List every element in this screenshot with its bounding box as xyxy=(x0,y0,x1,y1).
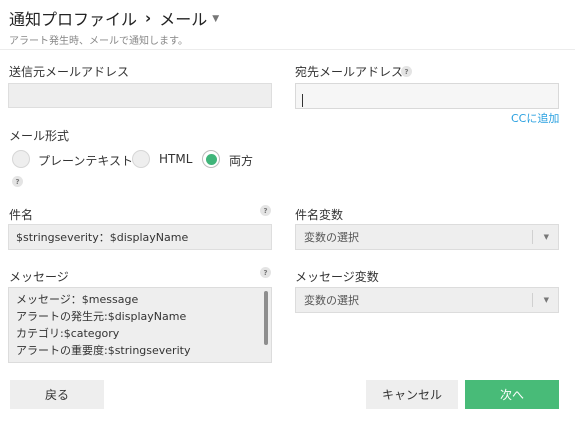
message-variable-select[interactable]: 変数の選択 ▼ xyxy=(295,287,559,313)
help-icon[interactable]: ? xyxy=(260,205,271,216)
message-variable-label: メッセージ変数 xyxy=(295,270,379,284)
message-variable-select-value: 変数の選択 xyxy=(304,294,359,307)
breadcrumb-current[interactable]: メール xyxy=(159,6,207,30)
radio-both-label[interactable]: 両方 xyxy=(229,152,253,169)
message-line: カテゴリ:$category xyxy=(16,327,120,340)
radio-plain-text-label[interactable]: プレーンテキスト xyxy=(38,152,133,169)
radio-html-label[interactable]: HTML xyxy=(159,152,192,166)
subject-input[interactable]: $stringseverity：$displayName xyxy=(8,224,272,250)
page-description: アラート発生時、メールで通知します。 xyxy=(9,36,188,47)
help-icon[interactable]: ? xyxy=(260,267,271,278)
subject-variable-label: 件名変数 xyxy=(295,208,344,222)
from-email-label: 送信元メールアドレス xyxy=(9,65,130,79)
radio-plain-text[interactable] xyxy=(12,150,30,168)
chevron-down-icon[interactable]: ▼ xyxy=(212,14,219,24)
message-textarea[interactable]: メッセージ：$message アラートの発生元:$displayName カテゴ… xyxy=(8,287,272,363)
back-button[interactable]: 戻る xyxy=(10,380,104,409)
message-line: アラートの重要度:$stringseverity xyxy=(16,344,191,357)
from-email-field[interactable] xyxy=(8,83,272,108)
cancel-button[interactable]: キャンセル xyxy=(366,380,458,409)
radio-both[interactable] xyxy=(202,150,220,168)
message-label: メッセージ xyxy=(9,270,69,284)
subject-variable-select[interactable]: 変数の選択 ▼ xyxy=(295,224,559,250)
breadcrumb-separator-icon: › xyxy=(145,9,152,27)
text-cursor xyxy=(302,94,303,107)
to-email-input[interactable] xyxy=(295,83,559,109)
message-line: メッセージ：$message xyxy=(16,293,139,306)
chevron-down-icon: ▼ xyxy=(543,296,549,304)
next-button[interactable]: 次へ xyxy=(465,380,559,409)
header-divider xyxy=(0,49,575,50)
add-cc-link[interactable]: CCに追加 xyxy=(511,110,559,126)
chevron-down-icon: ▼ xyxy=(543,233,549,241)
subject-variable-select-value: 変数の選択 xyxy=(304,231,359,244)
select-divider xyxy=(532,230,533,244)
subject-label: 件名 xyxy=(9,208,34,222)
textarea-scrollbar[interactable] xyxy=(264,291,268,345)
breadcrumb-parent[interactable]: 通知プロファイル xyxy=(9,6,137,30)
mail-format-label: メール形式 xyxy=(9,129,70,143)
help-icon[interactable]: ? xyxy=(12,176,23,187)
to-email-label: 宛先メールアドレス xyxy=(295,65,404,79)
help-icon[interactable]: ? xyxy=(401,66,412,77)
select-divider xyxy=(532,293,533,307)
radio-html[interactable] xyxy=(132,150,150,168)
message-line: アラートの発生元:$displayName xyxy=(16,310,187,323)
page-title: 通知プロファイル › メール ▼ xyxy=(9,6,219,30)
